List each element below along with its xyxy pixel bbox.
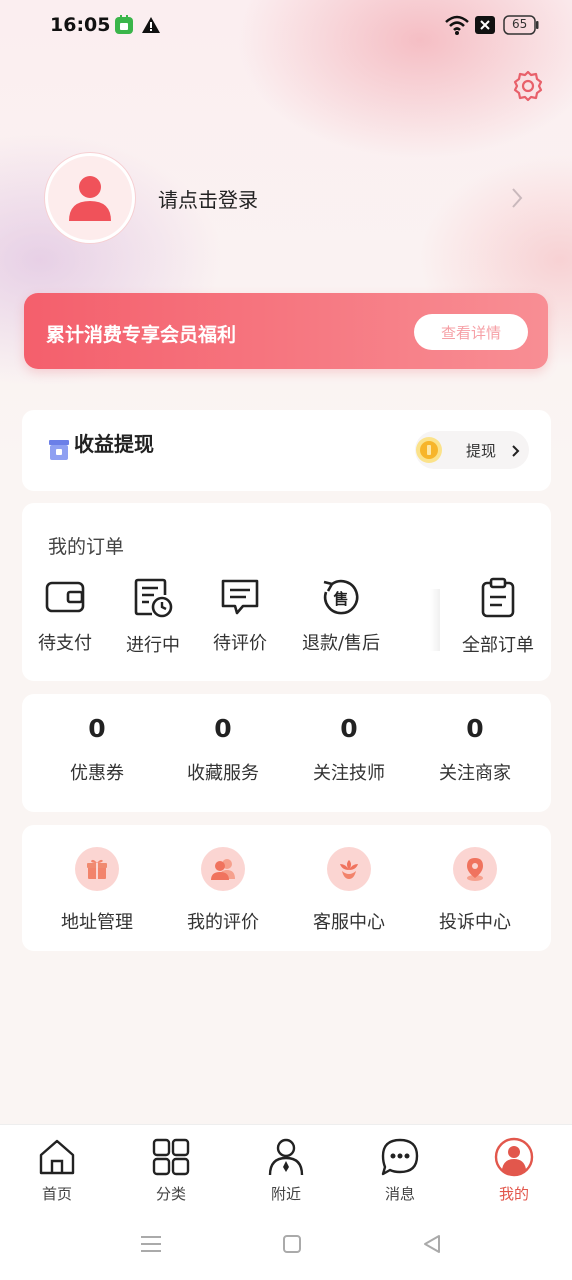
order-item-label: 退款/售后 bbox=[301, 633, 381, 654]
stat-label: 关注商家 bbox=[439, 763, 511, 784]
nav-label: 附近 bbox=[270, 1185, 301, 1203]
battery-level: 65 bbox=[512, 17, 528, 31]
stat-value: 0 bbox=[340, 714, 358, 743]
scroll-fade bbox=[430, 589, 440, 651]
stat-favorites[interactable]: 0 收藏服务 bbox=[158, 714, 288, 785]
settings-gear-icon[interactable] bbox=[511, 69, 545, 107]
user-avatar-icon bbox=[69, 176, 111, 221]
stat-followed-technicians[interactable]: 0 关注技师 bbox=[284, 714, 414, 785]
status-time: 16:05 bbox=[50, 14, 111, 36]
home-icon bbox=[39, 1139, 75, 1175]
menu-icon[interactable] bbox=[140, 1234, 162, 1258]
comment-icon bbox=[221, 579, 259, 615]
nav-label: 我的 bbox=[498, 1185, 529, 1203]
nav-messages[interactable]: 消息 bbox=[350, 1137, 450, 1204]
service-address[interactable]: 地址管理 bbox=[32, 847, 162, 934]
login-prompt[interactable]: 请点击登录 bbox=[158, 184, 258, 213]
earnings-card: 收益提现 提现 bbox=[22, 410, 551, 491]
system-nav-bar bbox=[0, 1210, 572, 1280]
users-icon bbox=[201, 847, 245, 891]
nav-label: 分类 bbox=[155, 1185, 186, 1203]
stat-label: 优惠券 bbox=[70, 763, 124, 784]
order-pending-payment[interactable]: 待支付 bbox=[20, 577, 110, 667]
person-icon bbox=[268, 1138, 304, 1176]
service-label: 客服中心 bbox=[313, 912, 385, 933]
no-sim-icon bbox=[475, 16, 495, 38]
stat-value: 0 bbox=[88, 714, 106, 743]
stat-followed-merchants[interactable]: 0 关注商家 bbox=[410, 714, 540, 785]
chevron-right-icon bbox=[511, 443, 520, 462]
clipboard-icon bbox=[481, 577, 515, 618]
services-card: 地址管理 我的评价 客服中心 投诉中心 bbox=[22, 825, 551, 951]
order-refund[interactable]: 售 退款/售后 bbox=[296, 577, 386, 667]
order-in-progress[interactable]: 进行中 bbox=[108, 577, 198, 667]
order-item-label: 待支付 bbox=[38, 633, 92, 654]
order-item-label: 全部订单 bbox=[462, 635, 534, 656]
wifi-icon bbox=[444, 14, 470, 40]
nav-category[interactable]: 分类 bbox=[121, 1137, 221, 1204]
orders-card: 我的订单 待支付 进行中 待评价 售 退款/售后 全部订单 bbox=[22, 503, 551, 681]
earnings-title: 收益提现 bbox=[74, 432, 154, 456]
flower-icon bbox=[327, 847, 371, 891]
nav-nearby[interactable]: 附近 bbox=[236, 1137, 336, 1204]
app-notification-icon bbox=[114, 15, 134, 39]
vip-banner-title: 累计消费专享会员福利 bbox=[46, 324, 237, 346]
order-item-label: 待评价 bbox=[213, 633, 267, 654]
stat-label: 关注技师 bbox=[313, 763, 385, 784]
vip-banner[interactable]: 累计消费专享会员福利 查看详情 bbox=[24, 293, 548, 369]
stat-coupons[interactable]: 0 优惠券 bbox=[32, 714, 162, 785]
service-my-reviews[interactable]: 我的评价 bbox=[158, 847, 288, 934]
warning-icon bbox=[141, 16, 161, 38]
withdraw-button[interactable]: 提现 bbox=[415, 431, 529, 469]
wallet-icon bbox=[45, 581, 85, 613]
grid-icon bbox=[152, 1138, 190, 1176]
stat-value: 0 bbox=[214, 714, 232, 743]
gift-icon bbox=[75, 847, 119, 891]
service-label: 我的评价 bbox=[187, 912, 259, 933]
order-item-label: 进行中 bbox=[126, 635, 180, 656]
back-triangle-icon[interactable] bbox=[422, 1234, 442, 1258]
stat-label: 收藏服务 bbox=[187, 763, 259, 784]
home-square-icon[interactable] bbox=[282, 1234, 302, 1258]
view-details-button[interactable]: 查看详情 bbox=[414, 314, 528, 350]
nav-home[interactable]: 首页 bbox=[7, 1137, 107, 1204]
document-clock-icon bbox=[134, 578, 173, 618]
orders-title: 我的订单 bbox=[48, 536, 125, 558]
chevron-right-icon[interactable] bbox=[510, 186, 524, 214]
stat-value: 0 bbox=[466, 714, 484, 743]
refund-icon: 售 bbox=[323, 579, 359, 615]
order-pending-review[interactable]: 待评价 bbox=[195, 577, 285, 667]
nav-label: 首页 bbox=[41, 1185, 72, 1203]
wallet-box-icon bbox=[48, 439, 70, 465]
chat-icon bbox=[381, 1138, 419, 1176]
order-all[interactable]: 全部订单 bbox=[453, 577, 543, 667]
bottom-nav: 首页 分类 附近 消息 我的 bbox=[0, 1124, 572, 1210]
service-complaints[interactable]: 投诉中心 bbox=[410, 847, 540, 934]
refund-icon-char: 售 bbox=[333, 590, 348, 608]
service-customer-center[interactable]: 客服中心 bbox=[284, 847, 414, 934]
nav-label: 消息 bbox=[384, 1185, 415, 1203]
profile-icon bbox=[494, 1137, 534, 1177]
location-pin-icon bbox=[453, 847, 497, 891]
avatar[interactable] bbox=[45, 153, 135, 243]
service-label: 投诉中心 bbox=[439, 912, 511, 933]
service-label: 地址管理 bbox=[61, 912, 133, 933]
nav-mine[interactable]: 我的 bbox=[464, 1137, 564, 1204]
coin-icon bbox=[415, 436, 443, 468]
withdraw-label: 提现 bbox=[466, 442, 497, 460]
stats-card: 0 优惠券 0 收藏服务 0 关注技师 0 关注商家 bbox=[22, 694, 551, 812]
